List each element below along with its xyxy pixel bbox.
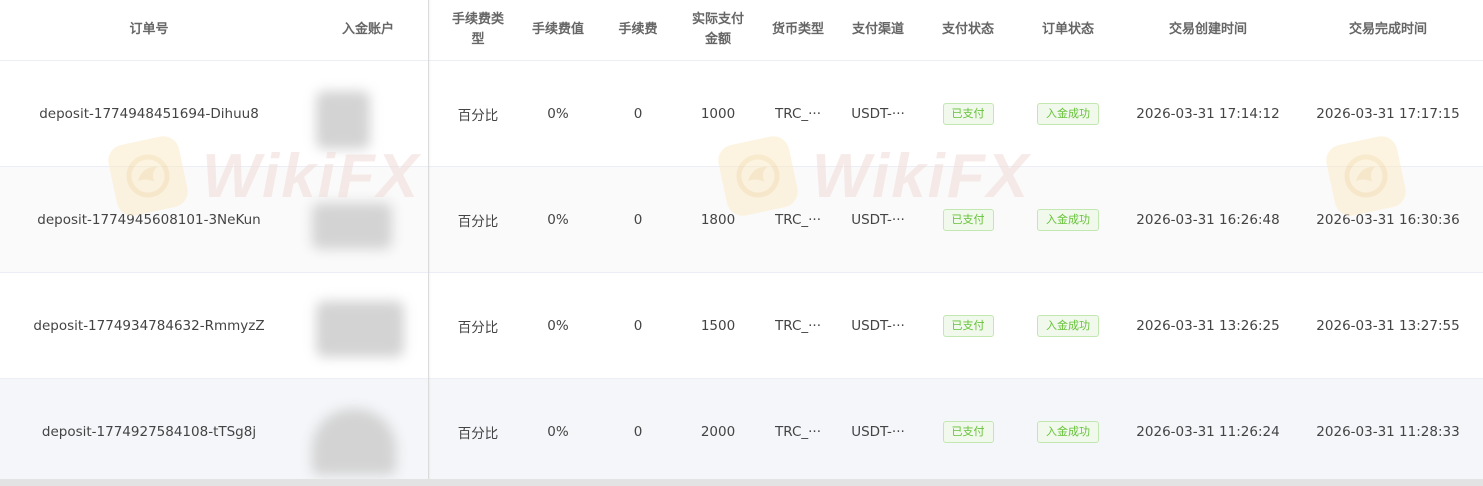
fee-type: 百分比 <box>457 425 499 442</box>
account-redacted <box>298 167 438 272</box>
fee-type: 百分比 <box>457 319 499 336</box>
pay-status-cell: 已支付 <box>918 61 1018 166</box>
fee: 0 <box>633 105 643 122</box>
table-row[interactable]: deposit-1774948451694-Dihuu8 百分比 0% 0 10… <box>0 61 1483 167</box>
created-at: 2026-03-31 13:26:25 <box>1136 317 1280 334</box>
table-row[interactable]: deposit-1774934784632-RmmyzZ 百分比 0% 0 15… <box>0 273 1483 379</box>
status-badge: 已支付 <box>942 208 994 231</box>
order-number[interactable]: deposit-1774945608101-3NeKun <box>0 167 298 272</box>
col-header-currency[interactable]: 货币类型 <box>758 0 838 60</box>
col-header-fee-value[interactable]: 手续费值 <box>518 0 598 60</box>
actual-amount: 1800 <box>700 211 736 228</box>
col-header-created-at[interactable]: 交易创建时间 <box>1118 0 1298 60</box>
account-redacted <box>298 273 438 378</box>
order-status-cell: 入金成功 <box>1018 379 1118 484</box>
status-badge: 已支付 <box>942 420 994 443</box>
fee: 0 <box>633 423 643 440</box>
deposit-orders-table: 订单号 入金账户 手续费类型 手续费值 手续费 实际支付 金额 货币类型 支付渠道… <box>0 0 1483 486</box>
fee-type: 百分比 <box>457 107 499 124</box>
pay-status-cell: 已支付 <box>918 273 1018 378</box>
status-badge: 已支付 <box>942 314 994 337</box>
status-badge: 入金成功 <box>1037 420 1099 443</box>
col-header-order-status[interactable]: 订单状态 <box>1018 0 1118 60</box>
table-row[interactable]: deposit-1774927584108-tTSg8j 百分比 0% 0 20… <box>0 379 1483 485</box>
account-redacted <box>298 379 438 484</box>
fee-value: 0% <box>547 423 569 440</box>
col-header-completed-at[interactable]: 交易完成时间 <box>1298 0 1478 60</box>
created-at: 2026-03-31 16:26:48 <box>1136 211 1280 228</box>
fee-value: 0% <box>547 211 569 228</box>
channel: USDT-··· <box>851 105 905 122</box>
completed-at: 2026-03-31 13:27:55 <box>1316 317 1460 334</box>
status-badge: 已支付 <box>942 102 994 125</box>
redacted-blur <box>312 203 392 249</box>
currency: TRC_··· <box>774 423 821 440</box>
currency: TRC_··· <box>774 211 821 228</box>
table-header: 订单号 入金账户 手续费类型 手续费值 手续费 实际支付 金额 货币类型 支付渠道… <box>0 0 1483 61</box>
channel: USDT-··· <box>851 317 905 334</box>
currency: TRC_··· <box>774 105 821 122</box>
completed-at: 2026-03-31 11:28:33 <box>1316 423 1460 440</box>
completed-at: 2026-03-31 16:30:36 <box>1316 211 1460 228</box>
pay-status-cell: 已支付 <box>918 167 1018 272</box>
actual-amount: 1000 <box>700 105 736 122</box>
col-header-channel[interactable]: 支付渠道 <box>838 0 918 60</box>
fee-value: 0% <box>547 105 569 122</box>
redacted-blur <box>316 301 404 357</box>
fee: 0 <box>633 211 643 228</box>
horizontal-scrollbar[interactable] <box>0 479 1483 486</box>
order-status-cell: 入金成功 <box>1018 61 1118 166</box>
col-header-actual-amount[interactable]: 实际支付 金额 <box>678 0 758 60</box>
channel: USDT-··· <box>851 423 905 440</box>
order-status-cell: 入金成功 <box>1018 167 1118 272</box>
table-row[interactable]: deposit-1774945608101-3NeKun 百分比 0% 0 18… <box>0 167 1483 273</box>
actual-amount: 2000 <box>700 423 736 440</box>
col-header-fee[interactable]: 手续费 <box>598 0 678 60</box>
actual-amount: 1500 <box>700 317 736 334</box>
order-number[interactable]: deposit-1774948451694-Dihuu8 <box>0 61 298 166</box>
fee-value: 0% <box>547 317 569 334</box>
order-number[interactable]: deposit-1774934784632-RmmyzZ <box>0 273 298 378</box>
fixed-column-shadow <box>428 0 431 480</box>
redacted-blur <box>316 91 370 149</box>
redacted-blur <box>312 409 396 475</box>
status-badge: 入金成功 <box>1037 102 1099 125</box>
order-status-cell: 入金成功 <box>1018 273 1118 378</box>
pay-status-cell: 已支付 <box>918 379 1018 484</box>
created-at: 2026-03-31 17:14:12 <box>1136 105 1280 122</box>
col-header-fee-type[interactable]: 手续费类型 <box>438 0 518 60</box>
col-header-account[interactable]: 入金账户 <box>298 0 438 60</box>
created-at: 2026-03-31 11:26:24 <box>1136 423 1280 440</box>
order-number[interactable]: deposit-1774927584108-tTSg8j <box>0 379 298 484</box>
fee-type: 百分比 <box>457 213 499 230</box>
completed-at: 2026-03-31 17:17:15 <box>1316 105 1460 122</box>
channel: USDT-··· <box>851 211 905 228</box>
currency: TRC_··· <box>774 317 821 334</box>
fee: 0 <box>633 317 643 334</box>
col-header-order-no[interactable]: 订单号 <box>0 0 298 60</box>
account-redacted <box>298 61 438 166</box>
col-header-pay-status[interactable]: 支付状态 <box>918 0 1018 60</box>
status-badge: 入金成功 <box>1037 314 1099 337</box>
status-badge: 入金成功 <box>1037 208 1099 231</box>
